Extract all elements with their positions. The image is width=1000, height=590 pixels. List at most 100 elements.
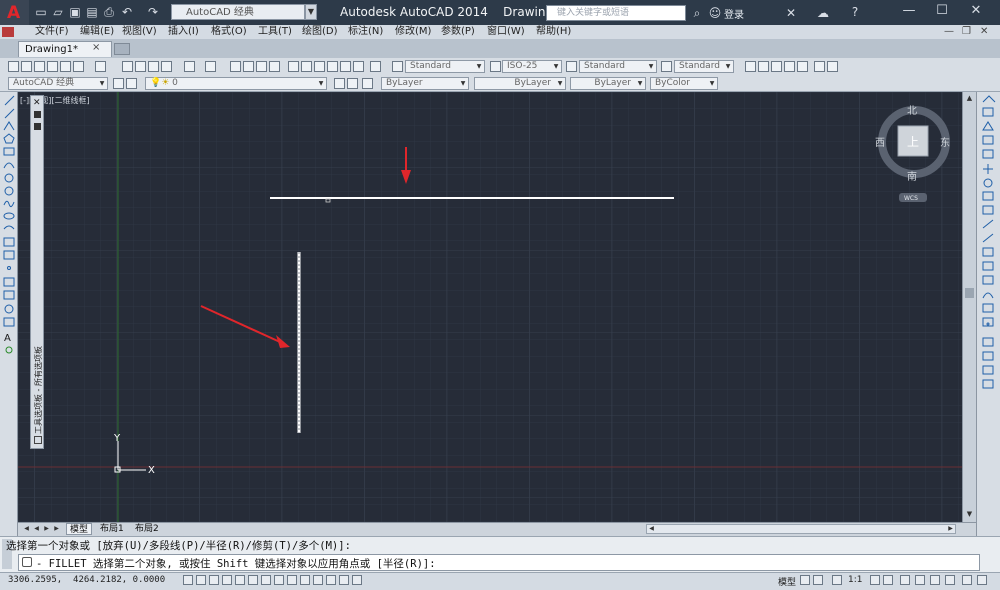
3d-print-icon[interactable] — [95, 61, 106, 72]
model-space-label[interactable]: 模型 — [778, 575, 796, 588]
open-icon[interactable] — [21, 61, 32, 72]
lineweight-icon[interactable] — [313, 575, 323, 585]
clean-screen-icon[interactable] — [977, 575, 987, 585]
viewcube-north[interactable]: 北 — [907, 105, 917, 117]
scroll-right-icon[interactable]: ▶ — [946, 524, 955, 533]
grid-display-icon[interactable] — [209, 575, 219, 585]
help-icon[interactable]: ? — [848, 5, 862, 19]
viewcube-west[interactable]: 西 — [875, 138, 885, 149]
quick-properties-icon[interactable] — [339, 575, 349, 585]
dim-style-icon[interactable] — [490, 61, 501, 72]
new-file-icon[interactable]: ▭ — [34, 5, 48, 19]
layer-properties-icon[interactable] — [126, 78, 137, 89]
undo-icon[interactable]: ↶ — [120, 5, 134, 19]
object-snap-icon[interactable] — [248, 575, 258, 585]
next-layout-icon[interactable]: ▶ — [42, 524, 51, 533]
table-style-select[interactable]: Standard ▼ — [579, 60, 657, 73]
layer-select[interactable]: 💡☀ 0 ▼ — [145, 77, 327, 90]
tab-layout2[interactable]: 布局2 — [132, 523, 162, 535]
zoom-realtime-icon[interactable] — [243, 61, 254, 72]
save-as-icon[interactable]: ▤ — [85, 5, 99, 19]
menu-window[interactable]: 窗口(W) — [487, 25, 525, 39]
hardware-acceleration-icon[interactable] — [930, 575, 940, 585]
lineweight-select[interactable]: ByLayer ▼ — [570, 77, 646, 90]
dim-style-select[interactable]: ISO-25 ▼ — [502, 60, 562, 73]
palette-close-icon[interactable]: ✕ — [33, 98, 41, 108]
save-icon[interactable]: ▣ — [68, 5, 82, 19]
close-button[interactable]: ✕ — [960, 0, 992, 22]
copy-icon[interactable] — [135, 61, 146, 72]
search-icon[interactable]: ⌕ — [690, 6, 704, 20]
text-style-icon[interactable] — [392, 61, 403, 72]
chevron-down-icon[interactable]: ▼ — [305, 4, 317, 20]
scroll-down-icon[interactable]: ▼ — [965, 510, 974, 519]
zoom-window-icon[interactable] — [256, 61, 267, 72]
selection-cycling-icon[interactable] — [352, 575, 362, 585]
view-iso-icon[interactable] — [814, 61, 825, 72]
menu-modify[interactable]: 修改(M) — [395, 25, 431, 39]
isolate-objects-icon[interactable] — [945, 575, 955, 585]
undo-toolbar-icon[interactable] — [184, 61, 195, 72]
menu-help[interactable]: 帮助(H) — [536, 25, 571, 39]
view-right-icon[interactable] — [784, 61, 795, 72]
object-snap-tracking-icon[interactable] — [274, 575, 284, 585]
status-menu-icon[interactable] — [962, 575, 972, 585]
tab-layout1[interactable]: 布局1 — [97, 523, 127, 535]
plot-preview-icon[interactable] — [60, 61, 71, 72]
vertical-scrollbar[interactable]: ▲ ▼ — [962, 92, 976, 522]
snap-mode-icon[interactable] — [196, 575, 206, 585]
view-bottom-icon[interactable] — [758, 61, 769, 72]
tab-close-icon[interactable]: × — [92, 41, 104, 55]
annotation-scale-label[interactable]: 1:1 — [848, 575, 862, 585]
viewcube-east[interactable]: 东 — [940, 136, 950, 149]
menu-dimension[interactable]: 标注(N) — [348, 25, 383, 39]
open-file-icon[interactable]: ▱ — [51, 5, 65, 19]
annotation-scale-icon[interactable] — [832, 575, 842, 585]
model-space-svg[interactable]: Y X 上 北 南 东 西 WCS — [18, 92, 962, 522]
view-front-icon[interactable] — [797, 61, 808, 72]
tool-palettes-icon[interactable] — [314, 61, 325, 72]
menu-view[interactable]: 视图(V) — [122, 25, 157, 39]
plot-icon[interactable] — [47, 61, 58, 72]
quick-view-layouts-icon[interactable] — [800, 575, 810, 585]
zoom-previous-icon[interactable] — [269, 61, 280, 72]
markup-icon[interactable] — [340, 61, 351, 72]
command-customize-icon[interactable] — [22, 557, 32, 567]
first-layout-icon[interactable]: ◀ — [22, 524, 31, 533]
print-icon[interactable]: ⎙ — [102, 5, 116, 19]
match-properties-icon[interactable] — [161, 61, 172, 72]
palette-grip-icon[interactable] — [34, 436, 42, 444]
paste-icon[interactable] — [148, 61, 159, 72]
user-icon[interactable]: ☺ — [708, 6, 722, 20]
menu-minimize-icon[interactable]: — — [944, 25, 954, 39]
coordinate-readout[interactable]: 3306.2595, 4264.2182, 0.0000 — [8, 575, 165, 585]
search-input[interactable]: 键入关键字或短语 — [546, 5, 686, 21]
layer-previous-icon[interactable] — [347, 78, 358, 89]
menu-file[interactable]: 文件(F) — [35, 25, 69, 39]
scroll-left-icon[interactable]: ◀ — [647, 524, 656, 533]
annotation-visibility-icon[interactable] — [870, 575, 880, 585]
menu-tools[interactable]: 工具(T) — [258, 25, 292, 39]
calculator-icon[interactable] — [353, 61, 364, 72]
menu-app-icon[interactable] — [2, 27, 14, 37]
color-select[interactable]: ByLayer ▼ — [381, 77, 469, 90]
cut-icon[interactable] — [122, 61, 133, 72]
pan-icon[interactable] — [230, 61, 241, 72]
plot-style-select[interactable]: ByColor ▼ — [650, 77, 718, 90]
3d-object-snap-icon[interactable] — [261, 575, 271, 585]
save-toolbar-icon[interactable] — [34, 61, 45, 72]
exchange-icon[interactable]: ✕ — [784, 6, 798, 20]
text-style-select[interactable]: Standard ▼ — [405, 60, 485, 73]
workspace-settings-icon[interactable] — [113, 78, 124, 89]
polar-tracking-icon[interactable] — [235, 575, 245, 585]
menu-close-icon[interactable]: ✕ — [980, 25, 988, 39]
multileader-style-icon[interactable] — [661, 61, 672, 72]
new-icon[interactable] — [8, 61, 19, 72]
last-layout-icon[interactable]: ▶ — [52, 524, 61, 533]
new-tab-button[interactable] — [114, 43, 130, 55]
scroll-up-icon[interactable]: ▲ — [965, 94, 974, 103]
palette-properties-icon[interactable] — [34, 123, 41, 130]
view-left-icon[interactable] — [771, 61, 782, 72]
infer-constraints-icon[interactable] — [183, 575, 193, 585]
menu-format[interactable]: 格式(O) — [211, 25, 247, 39]
